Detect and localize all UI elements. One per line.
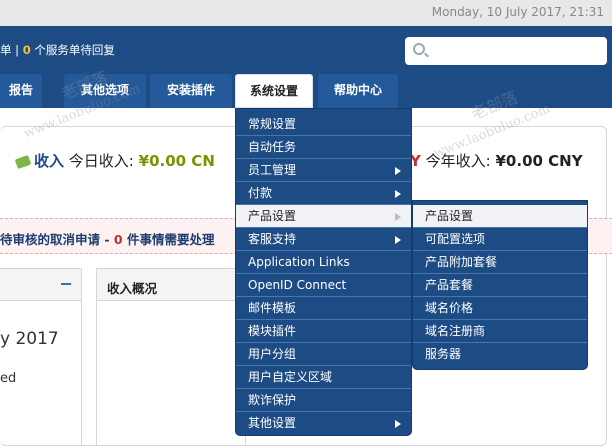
search-input[interactable] bbox=[405, 37, 607, 65]
menu-item-automation[interactable]: 自动任务 bbox=[236, 136, 411, 159]
today-income-value: ¥0.00 CN bbox=[138, 152, 215, 170]
top-strip: Monday, 10 July 2017, 21:31 bbox=[0, 0, 612, 26]
submenu-item-domain-pricing[interactable]: 域名价格 bbox=[413, 297, 587, 320]
main-nav: 报告 其他选项 安装插件 系统设置 帮助中心 bbox=[0, 74, 612, 108]
header: 单 | 0 个服务单待回复 bbox=[0, 26, 612, 74]
menu-item-modules[interactable]: 模块插件 bbox=[236, 320, 411, 343]
year-income-value: ¥0.00 CNY bbox=[495, 152, 583, 170]
menu-item-other-settings[interactable]: 其他设置 bbox=[236, 412, 411, 435]
arrow-right-icon bbox=[395, 213, 401, 221]
revenue-overview-panel: 收入概况 bbox=[96, 268, 246, 446]
panel-title: 收入概况 bbox=[97, 269, 245, 301]
product-settings-submenu: 产品设置 可配置选项 产品附加套餐 产品套餐 域名价格 域名注册商 服务器 bbox=[412, 200, 588, 370]
panel-header bbox=[0, 269, 81, 301]
collapse-icon[interactable] bbox=[61, 283, 71, 285]
menu-item-custom-fields[interactable]: 用户自定义区域 bbox=[236, 366, 411, 389]
menu-item-staff-management[interactable]: 员工管理 bbox=[236, 159, 411, 182]
menu-item-payments[interactable]: 付款 bbox=[236, 182, 411, 205]
tab-help-center[interactable]: 帮助中心 bbox=[318, 74, 398, 108]
submenu-item-product-settings[interactable]: 产品设置 bbox=[413, 205, 587, 228]
arrow-right-icon bbox=[395, 420, 401, 428]
date-time: Monday, 10 July 2017, 21:31 bbox=[431, 5, 604, 19]
submenu-item-product-bundles[interactable]: 产品套餐 bbox=[413, 274, 587, 297]
panel-date: y 2017 bbox=[0, 329, 59, 349]
arrow-right-icon bbox=[395, 190, 401, 198]
menu-item-fraud-protection[interactable]: 欺诈保护 bbox=[236, 389, 411, 412]
panel-status: ed bbox=[0, 371, 17, 386]
money-icon bbox=[14, 154, 32, 169]
submenu-item-domain-registrars[interactable]: 域名注册商 bbox=[413, 320, 587, 343]
menu-item-openid-connect[interactable]: OpenID Connect bbox=[236, 274, 411, 297]
menu-item-support[interactable]: 客服支持 bbox=[236, 228, 411, 251]
menu-item-client-groups[interactable]: 用户分组 bbox=[236, 343, 411, 366]
tab-install-plugins[interactable]: 安装插件 bbox=[150, 74, 232, 108]
alert-text[interactable]: 待审核的取消申请 - 0 件事情需要处理 bbox=[0, 229, 214, 248]
submenu-item-product-addons[interactable]: 产品附加套餐 bbox=[413, 251, 587, 274]
menu-item-application-links[interactable]: Application Links bbox=[236, 251, 411, 274]
arrow-right-icon bbox=[395, 236, 401, 244]
submenu-item-servers[interactable]: 服务器 bbox=[413, 343, 587, 366]
submenu-item-configurable-options[interactable]: 可配置选项 bbox=[413, 228, 587, 251]
pending-count: 0 bbox=[22, 43, 31, 57]
menu-item-email-templates[interactable]: 邮件模板 bbox=[236, 297, 411, 320]
income-summary: 收入 今日收入: ¥0.00 CN bbox=[14, 150, 215, 171]
arrow-right-icon bbox=[395, 167, 401, 175]
pending-orders-text[interactable]: 单 | 0 个服务单待回复 bbox=[0, 42, 115, 58]
system-settings-menu: 常规设置 自动任务 员工管理 付款 产品设置 客服支持 Application … bbox=[235, 108, 412, 436]
menu-item-general-settings[interactable]: 常规设置 bbox=[236, 113, 411, 136]
menu-item-product-settings[interactable]: 产品设置 bbox=[236, 205, 411, 228]
year-income: Y 今年收入: ¥0.00 CNY bbox=[410, 152, 583, 170]
tab-system-settings[interactable]: 系统设置 bbox=[235, 74, 313, 108]
search-icon bbox=[413, 43, 425, 55]
calendar-panel: y 2017 ed bbox=[0, 268, 82, 446]
tab-reports[interactable]: 报告 bbox=[0, 74, 42, 108]
tab-other-options[interactable]: 其他选项 bbox=[64, 74, 146, 108]
